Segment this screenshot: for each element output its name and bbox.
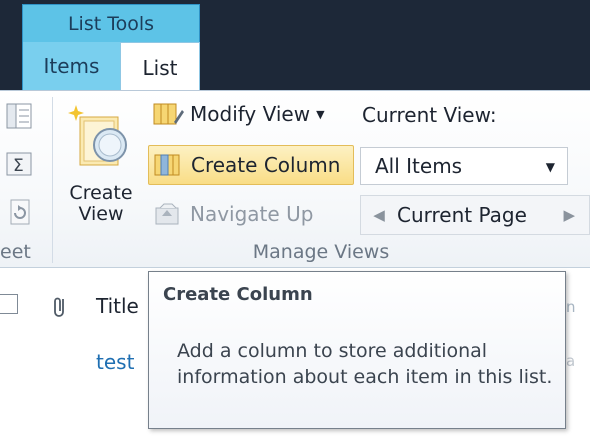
create-view-label: Create View xyxy=(69,182,133,225)
ribbon-group-divider xyxy=(52,97,53,263)
column-header-fragment: n xyxy=(566,298,576,316)
modify-view-label: Modify View xyxy=(190,102,311,126)
ribbon-group-label-datasheet: eet xyxy=(0,241,31,263)
current-page-label: Current Page xyxy=(397,203,527,227)
chevron-down-icon[interactable]: ▼ xyxy=(316,108,324,121)
create-view-button[interactable]: Create View xyxy=(62,99,140,229)
list-tools-context-header: List Tools xyxy=(22,4,200,42)
select-all-checkbox[interactable] xyxy=(0,294,18,314)
modify-view-button[interactable]: Modify View ▼ xyxy=(152,97,352,131)
navigate-up-button[interactable]: Navigate Up xyxy=(152,197,352,231)
create-view-icon xyxy=(68,105,127,166)
current-view-label: Current View: xyxy=(362,103,497,127)
tab-list[interactable]: List xyxy=(120,42,200,92)
column-header-title[interactable]: Title xyxy=(96,294,139,318)
list-item-link[interactable]: test xyxy=(96,350,134,374)
modify-view-icon xyxy=(153,103,184,125)
current-view-value: All Items xyxy=(375,154,463,178)
ribbon-group-label-manage-views: Manage Views xyxy=(252,241,390,263)
dropdown-caret-icon[interactable]: ▼ xyxy=(546,160,555,174)
current-view-dropdown[interactable]: All Items ▼ xyxy=(360,147,568,185)
tooltip-title: Create Column xyxy=(163,284,313,305)
svg-text:Σ: Σ xyxy=(13,156,24,176)
ribbon-body: Σ eet Create View Modify View ▼ Create C… xyxy=(0,90,590,268)
create-column-button[interactable]: Create Column xyxy=(148,145,354,185)
create-column-tooltip: Create Column Add a column to store addi… xyxy=(148,271,566,429)
create-column-icon xyxy=(154,154,180,176)
cell-fragment: a xyxy=(566,352,576,370)
next-page-icon[interactable]: ▶ xyxy=(563,206,575,224)
navigate-up-icon xyxy=(155,203,179,225)
previous-page-icon[interactable]: ◀ xyxy=(361,206,397,224)
create-column-label: Create Column xyxy=(191,153,341,177)
refresh-data-icon[interactable] xyxy=(4,197,34,227)
datasheet-view-icon[interactable] xyxy=(4,101,34,131)
tooltip-description: Add a column to store additional informa… xyxy=(177,340,553,388)
paperclip-icon xyxy=(54,297,64,317)
tab-items[interactable]: Items xyxy=(22,42,120,90)
current-page-navigator: ◀ Current Page ▶ xyxy=(360,195,590,235)
totals-icon[interactable]: Σ xyxy=(4,149,34,179)
navigate-up-label: Navigate Up xyxy=(190,202,314,226)
sharepoint-window: List Tools Items List Σ eet Create View … xyxy=(0,0,590,439)
